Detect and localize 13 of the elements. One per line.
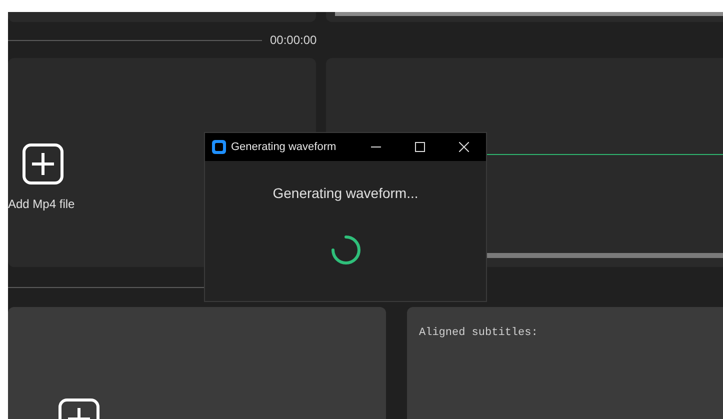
window-title: Generating waveform: [231, 140, 336, 155]
close-icon: [459, 142, 469, 152]
scrollbar[interactable]: [335, 12, 723, 16]
scrollbar[interactable]: [487, 253, 723, 258]
app-icon: [212, 140, 226, 154]
timecode: 00:00:00: [270, 32, 317, 49]
add-icon[interactable]: [22, 142, 64, 184]
status-message: Generating waveform...: [272, 184, 418, 203]
add-video-label: Add Mp4 file: [8, 196, 75, 212]
loading-spinner: [330, 234, 362, 266]
subtitles-label: Aligned subtitles:: [419, 327, 538, 339]
maximize-icon: [415, 142, 425, 152]
timeline-track[interactable]: [8, 286, 205, 288]
